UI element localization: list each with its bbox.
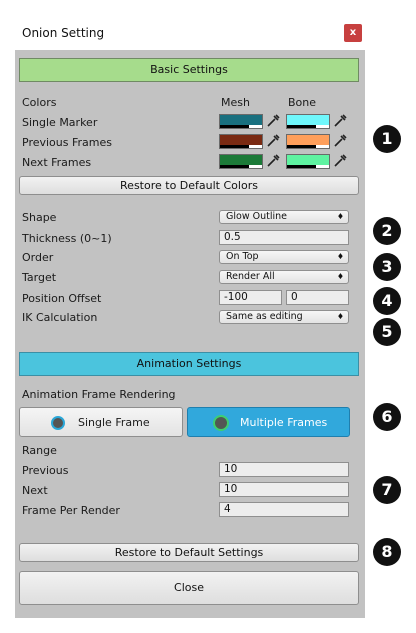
callout-badge-7: 7 <box>373 476 401 504</box>
previous-label: Previous <box>22 464 69 477</box>
next-frames-label: Next Frames <box>22 156 92 169</box>
eyedropper-icon[interactable] <box>333 134 347 148</box>
restore-default-colors-button[interactable]: Restore to Default Colors <box>19 176 359 195</box>
callout-badge-2: 2 <box>373 217 401 245</box>
target-label: Target <box>22 271 57 284</box>
callout-badge-8: 8 <box>373 538 401 566</box>
frame-per-render-label: Frame Per Render <box>22 504 120 517</box>
dropdown-arrow-icon: ♦ <box>336 252 344 261</box>
eyedropper-icon[interactable] <box>266 134 280 148</box>
shape-dropdown[interactable]: Glow Outline ♦ <box>219 210 349 224</box>
offset-x-input[interactable]: -100 <box>219 290 282 305</box>
window-title: Onion Setting <box>22 26 105 40</box>
target-dropdown[interactable]: Render All ♦ <box>219 270 349 284</box>
order-label: Order <box>22 251 54 264</box>
shape-label: Shape <box>22 211 57 224</box>
ik-calculation-label: IK Calculation <box>22 311 98 324</box>
dropdown-arrow-icon: ♦ <box>336 312 344 321</box>
title-bar: Onion Setting x <box>0 0 416 50</box>
frame-rendering-label: Animation Frame Rendering <box>22 388 176 401</box>
callout-badge-5: 5 <box>373 318 401 346</box>
animation-settings-header: Animation Settings <box>19 352 359 376</box>
bone-column-label: Bone <box>288 96 317 109</box>
callout-badge-1: 1 <box>373 125 401 153</box>
settings-panel: Basic Settings Colors Mesh Bone Single M… <box>15 50 365 618</box>
previous-frames-bone-swatch[interactable] <box>286 134 330 149</box>
ik-calculation-dropdown[interactable]: Same as editing ♦ <box>219 310 349 324</box>
next-frames-mesh-swatch[interactable] <box>219 154 263 169</box>
colors-label: Colors <box>22 96 57 109</box>
ik-value: Same as editing <box>226 311 303 322</box>
dropdown-arrow-icon: ♦ <box>336 272 344 281</box>
eyedropper-icon[interactable] <box>333 154 347 168</box>
multiple-frames-icon <box>213 415 229 431</box>
next-label: Next <box>22 484 48 497</box>
next-frames-bone-swatch[interactable] <box>286 154 330 169</box>
single-marker-bone-swatch[interactable] <box>286 114 330 129</box>
order-dropdown[interactable]: On Top ♦ <box>219 250 349 264</box>
close-button[interactable]: Close <box>19 571 359 605</box>
multiple-frames-button[interactable]: Multiple Frames <box>187 407 350 437</box>
basic-settings-header: Basic Settings <box>19 58 359 82</box>
callout-badge-6: 6 <box>373 403 401 431</box>
multiple-frames-label: Multiple Frames <box>240 416 328 429</box>
shape-value: Glow Outline <box>226 211 287 222</box>
close-window-button[interactable]: x <box>344 24 362 42</box>
target-value: Render All <box>226 271 275 282</box>
single-frame-label: Single Frame <box>78 416 150 429</box>
eyedropper-icon[interactable] <box>266 114 280 128</box>
dropdown-arrow-icon: ♦ <box>336 212 344 221</box>
offset-y-input[interactable]: 0 <box>286 290 349 305</box>
thickness-input[interactable]: 0.5 <box>219 230 349 245</box>
single-marker-mesh-swatch[interactable] <box>219 114 263 129</box>
callout-badge-4: 4 <box>373 287 401 315</box>
single-frame-button[interactable]: Single Frame <box>19 407 183 437</box>
next-input[interactable]: 10 <box>219 482 349 497</box>
thickness-label: Thickness (0~1) <box>22 232 112 245</box>
position-offset-label: Position Offset <box>22 292 102 305</box>
previous-frames-label: Previous Frames <box>22 136 112 149</box>
previous-input[interactable]: 10 <box>219 462 349 477</box>
single-frame-icon <box>51 416 65 430</box>
callout-badge-3: 3 <box>373 253 401 281</box>
restore-default-settings-button[interactable]: Restore to Default Settings <box>19 543 359 562</box>
frame-per-render-input[interactable]: 4 <box>219 502 349 517</box>
eyedropper-icon[interactable] <box>266 154 280 168</box>
single-marker-label: Single Marker <box>22 116 98 129</box>
order-value: On Top <box>226 251 259 262</box>
range-label: Range <box>22 444 57 457</box>
mesh-column-label: Mesh <box>221 96 250 109</box>
previous-frames-mesh-swatch[interactable] <box>219 134 263 149</box>
eyedropper-icon[interactable] <box>333 114 347 128</box>
